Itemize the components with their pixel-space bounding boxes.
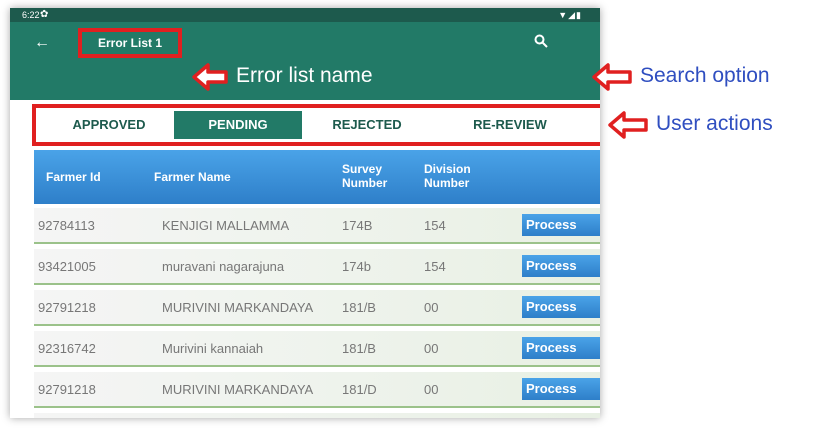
cell-division-number: 154 [424,259,446,274]
app-bar: ← Error List 1 [10,22,600,100]
tab-approved[interactable]: APPROVED [44,111,174,139]
table-row: 92316742 Murivini kannaiah 181/B 00 Process [34,331,600,367]
left-arrow-icon [192,63,228,91]
cell-farmer-id: 92784113 [38,218,95,233]
status-bar: 6:22 ✿ ▼◢▮ [10,8,600,22]
header-farmer-id: Farmer Id [46,170,101,184]
farmer-list: 92784113 KENJIGI MALLAMMA 174B 154 Process 93… [34,208,600,418]
cell-survey-number: 181/B [342,300,376,315]
cell-division-number: 00 [424,382,439,397]
annotation-error-list-name: Error list name [236,64,373,87]
gear-icon: ✿ [40,9,49,20]
arrow-back-icon[interactable]: ← [34,34,50,52]
process-button[interactable]: Process [522,255,600,277]
process-button[interactable]: Process [522,296,600,318]
annotation-user-actions: User actions [656,112,773,135]
cell-division-number: 00 [424,300,439,315]
table-row: 92784113 KENJIGI MALLAMMA 174B 154 Process [34,208,600,244]
cell-farmer-name: MURIVINI MARKANDAYA [162,300,314,315]
annotation-search-option: Search option [640,64,770,87]
tab-rejected[interactable]: REJECTED [302,111,432,139]
cell-division-number: 00 [424,341,439,356]
table-row: 93421005 muravani nagarajuna 174b 154 Proces… [34,249,600,285]
cell-farmer-id: 92791218 [38,382,96,397]
cell-farmer-name: muravani nagarajuna [162,259,285,274]
process-button[interactable]: Process [522,214,600,236]
table-row: 92791218 MURIVINI MARKANDAYA 181/B 00 Proces… [34,290,600,326]
table-row: 92791218 MURIVINI MARKANDAYA 181/D 00 Proces… [34,372,600,408]
left-arrow-icon [592,63,632,91]
process-button[interactable]: Process [522,337,600,359]
table-header: Farmer Id Farmer Name Survey Number Divi… [34,150,600,204]
cell-survey-number: 174b [342,259,371,274]
system-status-icons: ▼◢▮ [558,10,582,20]
process-button[interactable]: Process [522,378,600,400]
tab-re-review[interactable]: RE-REVIEW [432,111,588,139]
cell-survey-number: 181/B [342,341,376,356]
cell-division-number: 154 [424,218,446,233]
cell-farmer-id: 93421005 [38,259,96,274]
cell-farmer-name: MURIVINI MARKANDAYA [162,382,314,397]
cell-farmer-id: 92316742 [38,341,96,356]
cell-farmer-id: 92791218 [38,300,96,315]
left-arrow-icon [608,111,648,139]
cell-farmer-name: KENJIGI MALLAMMA [162,218,290,233]
tab-pending[interactable]: PENDING [174,111,302,139]
error-list-title: Error List 1 [78,28,182,58]
header-survey-number: Survey Number [342,162,388,190]
header-farmer-name: Farmer Name [154,170,231,184]
cell-survey-number: 181/D [342,382,377,397]
table-row: 92316742Murivini kannaiah181/D00Process [34,413,600,418]
cell-survey-number: 174B [342,218,373,233]
status-time: 6:22 [22,10,40,20]
search-icon[interactable] [534,34,548,51]
header-division-number: Division Number [424,162,471,190]
tab-bar: APPROVED PENDING REJECTED RE-REVIEW [32,104,600,146]
cell-farmer-name: Murivini kannaiah [162,341,264,356]
